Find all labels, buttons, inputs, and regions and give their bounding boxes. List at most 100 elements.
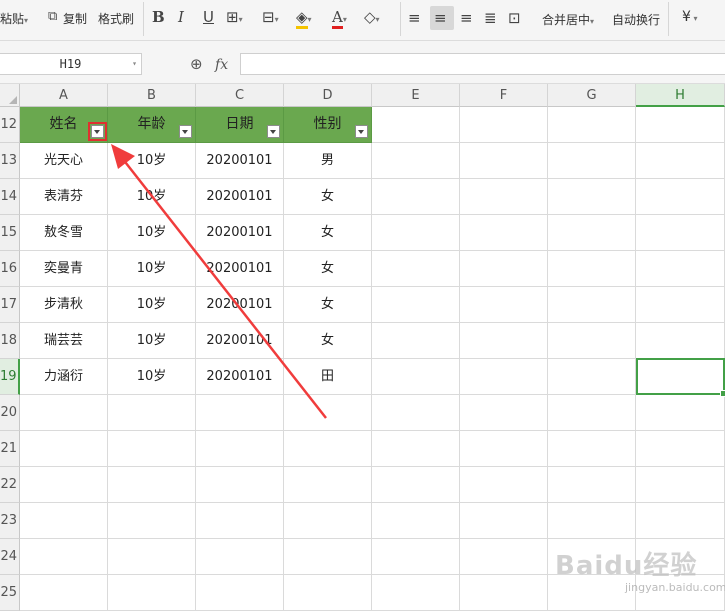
cell[interactable] xyxy=(460,503,548,539)
wrap-text-button[interactable]: 自动换行 xyxy=(612,11,660,28)
cell[interactable] xyxy=(636,395,725,431)
table-cell[interactable]: 光天心 xyxy=(20,143,108,179)
table-cell[interactable]: 20200101 xyxy=(196,359,284,395)
column-header-f[interactable]: F xyxy=(460,84,548,107)
cell[interactable] xyxy=(284,431,372,467)
justify-icon[interactable]: ≣ xyxy=(484,9,497,27)
table-cell[interactable]: 步清秋 xyxy=(20,287,108,323)
table-cell[interactable]: 10岁 xyxy=(108,215,196,251)
cell[interactable] xyxy=(108,503,196,539)
table-cell[interactable]: 10岁 xyxy=(108,323,196,359)
table-cell[interactable]: 田 xyxy=(284,359,372,395)
cell[interactable] xyxy=(196,395,284,431)
cell[interactable] xyxy=(548,107,636,143)
cell[interactable] xyxy=(20,503,108,539)
row-header-20[interactable]: 20 xyxy=(0,395,20,431)
column-header-b[interactable]: B xyxy=(108,84,196,107)
filter-dropdown-icon[interactable] xyxy=(267,125,280,138)
cell[interactable] xyxy=(460,215,548,251)
table-cell[interactable]: 女 xyxy=(284,179,372,215)
table-cell[interactable]: 20200101 xyxy=(196,179,284,215)
cell[interactable] xyxy=(372,503,460,539)
row-header-22[interactable]: 22 xyxy=(0,467,20,503)
fill-color-icon[interactable]: ◈▾ xyxy=(296,8,312,29)
cell[interactable] xyxy=(460,143,548,179)
cell[interactable] xyxy=(20,467,108,503)
filter-dropdown-icon[interactable] xyxy=(179,125,192,138)
cell[interactable] xyxy=(372,395,460,431)
cell[interactable] xyxy=(196,575,284,611)
header-cell[interactable]: 年龄 xyxy=(108,107,196,143)
cell[interactable] xyxy=(372,431,460,467)
cell[interactable] xyxy=(20,575,108,611)
cell[interactable] xyxy=(196,539,284,575)
paste-button[interactable]: 粘贴▾ xyxy=(0,10,28,27)
cell[interactable] xyxy=(108,467,196,503)
chevron-down-icon[interactable]: ▾ xyxy=(132,54,137,74)
table-cell[interactable]: 瑞芸芸 xyxy=(20,323,108,359)
italic-icon[interactable]: I xyxy=(178,8,184,26)
row-header-25[interactable]: 25 xyxy=(0,575,20,611)
table-cell[interactable]: 表清芬 xyxy=(20,179,108,215)
cell[interactable] xyxy=(460,179,548,215)
table-cell[interactable]: 20200101 xyxy=(196,143,284,179)
row-header-23[interactable]: 23 xyxy=(0,503,20,539)
cell[interactable] xyxy=(460,107,548,143)
cell[interactable] xyxy=(636,287,725,323)
cell[interactable] xyxy=(108,575,196,611)
column-header-g[interactable]: G xyxy=(548,84,636,107)
cell[interactable] xyxy=(548,143,636,179)
table-cell[interactable]: 10岁 xyxy=(108,359,196,395)
cell[interactable] xyxy=(460,539,548,575)
cell[interactable] xyxy=(460,575,548,611)
distributed-icon[interactable]: ⊡ xyxy=(508,9,521,27)
cell[interactable] xyxy=(372,575,460,611)
column-header-c[interactable]: C xyxy=(196,84,284,107)
cell[interactable] xyxy=(548,395,636,431)
cell[interactable] xyxy=(460,431,548,467)
cell[interactable] xyxy=(108,431,196,467)
cell[interactable] xyxy=(548,503,636,539)
cell[interactable] xyxy=(372,359,460,395)
cell[interactable] xyxy=(20,395,108,431)
header-cell[interactable]: 姓名 xyxy=(20,107,108,143)
row-header-16[interactable]: 16 xyxy=(0,251,20,287)
cell[interactable] xyxy=(196,503,284,539)
cell[interactable] xyxy=(196,467,284,503)
table-cell[interactable]: 10岁 xyxy=(108,179,196,215)
table-cell[interactable]: 女 xyxy=(284,323,372,359)
cell[interactable] xyxy=(460,395,548,431)
active-cell-selection[interactable] xyxy=(636,358,725,397)
cell[interactable] xyxy=(372,215,460,251)
fx-icon[interactable]: fx xyxy=(215,57,228,73)
cell[interactable] xyxy=(636,251,725,287)
name-box[interactable]: H19 ▾ xyxy=(0,53,142,75)
table-cell[interactable]: 力涵衍 xyxy=(20,359,108,395)
align-center-icon[interactable]: ≡ xyxy=(434,9,447,27)
cell[interactable] xyxy=(284,395,372,431)
cell[interactable] xyxy=(548,323,636,359)
table-cell[interactable]: 奕曼青 xyxy=(20,251,108,287)
currency-format-button[interactable]: ¥ ▾ xyxy=(682,9,697,25)
cell[interactable] xyxy=(460,251,548,287)
cell[interactable] xyxy=(636,467,725,503)
cell[interactable] xyxy=(636,323,725,359)
cell[interactable] xyxy=(548,179,636,215)
row-header-15[interactable]: 15 xyxy=(0,215,20,251)
table-cell[interactable]: 女 xyxy=(284,251,372,287)
spreadsheet-grid[interactable]: A B C D E F G H 12 13 14 15 16 17 18 19 20 21 22 23 24 25 姓名 年龄… xyxy=(0,84,725,614)
filter-dropdown-icon[interactable] xyxy=(355,125,368,138)
copy-button[interactable]: 复制 xyxy=(63,10,87,27)
underline-icon[interactable]: U xyxy=(203,8,214,26)
table-cell[interactable]: 20200101 xyxy=(196,215,284,251)
header-cell[interactable]: 性别 xyxy=(284,107,372,143)
column-header-h[interactable]: H xyxy=(636,84,725,107)
cell[interactable] xyxy=(284,503,372,539)
table-cell[interactable]: 10岁 xyxy=(108,143,196,179)
row-header-18[interactable]: 18 xyxy=(0,323,20,359)
row-header-21[interactable]: 21 xyxy=(0,431,20,467)
align-right-icon[interactable]: ≡ xyxy=(460,9,473,27)
cell[interactable] xyxy=(548,215,636,251)
column-header-e[interactable]: E xyxy=(372,84,460,107)
cell[interactable] xyxy=(460,359,548,395)
